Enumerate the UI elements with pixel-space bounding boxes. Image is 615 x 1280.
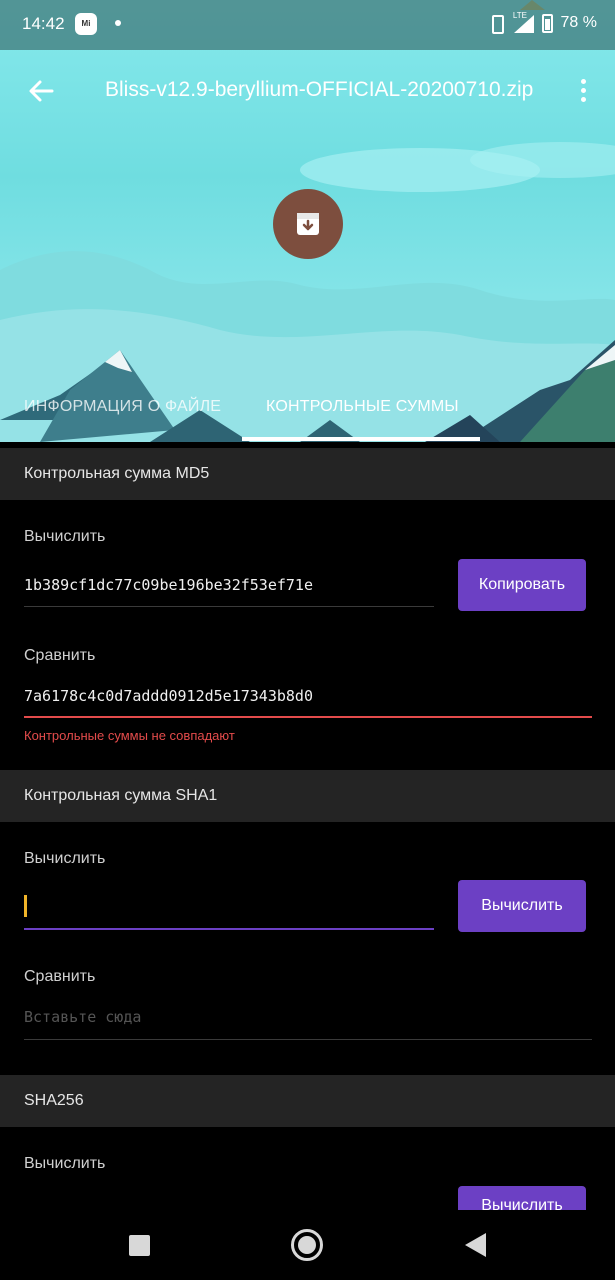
status-bar: 14:42 Mi LTE 78 % — [0, 0, 615, 50]
sha1-compare-field[interactable]: Вставьте сюда — [24, 1008, 141, 1026]
back-icon[interactable] — [465, 1233, 486, 1257]
sha1-compute-button[interactable]: Вычислить — [458, 880, 586, 932]
checksum-mismatch-error: Контрольные суммы не совпадают — [24, 728, 235, 743]
tab-indicator — [242, 437, 480, 441]
md5-compare-field[interactable]: 7a6178c4c0d7addd0912d5e17343b8d0 — [24, 687, 313, 705]
md5-compare-underline — [24, 716, 592, 718]
file-title: Bliss-v12.9-beryllium-OFFICIAL-20200710.… — [105, 78, 534, 101]
recents-icon[interactable] — [129, 1235, 150, 1256]
text-cursor — [24, 895, 27, 917]
sha1-computed-underline — [24, 928, 434, 930]
status-time: 14:42 — [22, 14, 65, 33]
md5-computed-underline — [24, 606, 434, 607]
sha256-compute-label: Вычислить — [24, 1155, 106, 1172]
tab-bar: ИНФОРМАЦИЯ О ФАЙЛЕ КОНТРОЛЬНЫЕ СУММЫ — [0, 384, 615, 442]
md5-computed-field[interactable]: 1b389cf1dc77c09be196be32f53ef71e — [24, 576, 313, 594]
battery-icon — [541, 13, 553, 33]
sha1-compute-label: Вычислить — [24, 850, 106, 867]
vibrate-icon — [486, 13, 506, 34]
signal-icon — [513, 13, 534, 33]
tab-checksums[interactable]: КОНТРОЛЬНЫЕ СУММЫ — [266, 398, 459, 416]
section-sha1-header: Контрольная сумма SHA1 — [0, 770, 615, 822]
section-md5-header: Контрольная сумма MD5 — [0, 448, 615, 500]
sha1-compare-label: Сравнить — [24, 968, 96, 985]
header-hero: 14:42 Mi LTE 78 % Bliss-v12.9-beryllium-… — [0, 0, 615, 442]
archive-download-icon — [273, 189, 343, 259]
system-nav-bar — [0, 1210, 615, 1280]
section-sha256-header: SHA256 — [0, 1075, 615, 1127]
sha1-compare-underline — [24, 1039, 592, 1040]
copy-button[interactable]: Копировать — [458, 559, 586, 611]
md5-compute-label: Вычислить — [24, 528, 106, 545]
arrow-left-icon[interactable] — [26, 76, 56, 106]
md5-compare-label: Сравнить — [24, 647, 96, 664]
tab-file-info[interactable]: ИНФОРМАЦИЯ О ФАЙЛЕ — [24, 398, 221, 416]
notification-dot-icon — [115, 20, 121, 26]
status-icons: LTE 78 % — [486, 11, 597, 34]
more-vert-icon[interactable] — [578, 79, 588, 105]
sha256-compute-button[interactable]: Вычислить — [458, 1186, 586, 1210]
battery-level: 78 % — [560, 14, 597, 31]
home-icon[interactable] — [291, 1229, 323, 1261]
mi-notification-icon: Mi — [75, 13, 97, 35]
